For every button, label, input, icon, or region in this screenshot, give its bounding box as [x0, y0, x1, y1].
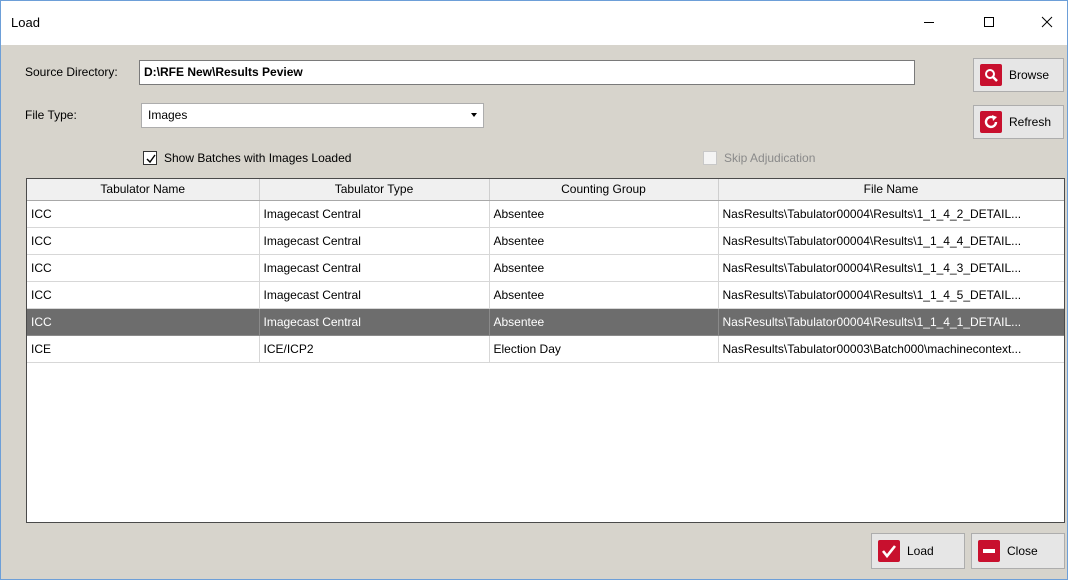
batches-table: Tabulator Name Tabulator Type Counting G…: [27, 179, 1064, 363]
refresh-icon: [980, 111, 1002, 133]
cell-file-name: NasResults\Tabulator00003\Batch000\machi…: [718, 335, 1064, 363]
file-type-label: File Type:: [25, 108, 77, 122]
cell-tabulator-type: Imagecast Central: [259, 227, 490, 255]
no-entry-icon: [978, 540, 1000, 562]
maximize-button[interactable]: [967, 7, 1011, 37]
cell-tabulator-type: ICE/ICP2: [259, 335, 490, 363]
table-row[interactable]: ICC Imagecast Central Absentee NasResult…: [27, 200, 1064, 228]
refresh-button[interactable]: Refresh: [973, 105, 1064, 139]
skip-adjudication-label: Skip Adjudication: [724, 151, 816, 165]
minimize-button[interactable]: [907, 7, 951, 37]
load-dialog: Load Source Directory: D:\RFE New\Result…: [0, 0, 1068, 580]
cell-tabulator-name: ICE: [27, 335, 260, 363]
close-button[interactable]: Close: [971, 533, 1065, 569]
cell-counting-group: Absentee: [489, 227, 719, 255]
load-button-label: Load: [907, 544, 934, 558]
cell-tabulator-name: ICC: [27, 281, 260, 309]
show-batches-label: Show Batches with Images Loaded: [164, 151, 352, 165]
table-row-selected[interactable]: ICC Imagecast Central Absentee NasResult…: [27, 308, 1064, 336]
cell-tabulator-type: Imagecast Central: [259, 308, 490, 336]
cell-tabulator-name: ICC: [27, 227, 260, 255]
show-batches-checkbox[interactable]: Show Batches with Images Loaded: [143, 151, 351, 165]
browse-button[interactable]: Browse: [973, 58, 1064, 92]
cell-tabulator-name: ICC: [27, 308, 260, 336]
load-button[interactable]: Load: [871, 533, 965, 569]
cell-tabulator-name: ICC: [27, 254, 260, 282]
dropdown-arrow-icon: [471, 113, 477, 117]
refresh-button-label: Refresh: [1009, 115, 1052, 129]
cell-tabulator-name: ICC: [27, 200, 260, 228]
checkmark-icon: [878, 540, 900, 562]
batches-grid[interactable]: Tabulator Name Tabulator Type Counting G…: [26, 178, 1065, 523]
maximize-icon: [984, 17, 994, 27]
column-header-counting-group[interactable]: Counting Group: [489, 179, 719, 201]
cell-tabulator-type: Imagecast Central: [259, 281, 490, 309]
column-header-file-name[interactable]: File Name: [718, 179, 1064, 201]
table-row[interactable]: ICE ICE/ICP2 Election Day NasResults\Tab…: [27, 335, 1064, 363]
cell-file-name: NasResults\Tabulator00004\Results\1_1_4_…: [718, 308, 1064, 336]
cell-counting-group: Absentee: [489, 200, 719, 228]
cell-tabulator-type: Imagecast Central: [259, 200, 490, 228]
source-directory-label: Source Directory:: [25, 65, 118, 79]
checkbox-checked-icon: [143, 151, 157, 165]
cell-counting-group: Absentee: [489, 254, 719, 282]
file-type-select[interactable]: Images: [141, 103, 484, 128]
cell-file-name: NasResults\Tabulator00004\Results\1_1_4_…: [718, 254, 1064, 282]
search-icon: [980, 64, 1002, 86]
title-bar: Load: [1, 1, 1067, 45]
table-row[interactable]: ICC Imagecast Central Absentee NasResult…: [27, 281, 1064, 309]
close-button-label: Close: [1007, 544, 1038, 558]
table-row[interactable]: ICC Imagecast Central Absentee NasResult…: [27, 227, 1064, 255]
column-header-tabulator-type[interactable]: Tabulator Type: [259, 179, 490, 201]
cell-file-name: NasResults\Tabulator00004\Results\1_1_4_…: [718, 200, 1064, 228]
column-header-tabulator-name[interactable]: Tabulator Name: [27, 179, 260, 201]
cell-counting-group: Absentee: [489, 281, 719, 309]
close-icon: [1041, 16, 1053, 28]
cell-tabulator-type: Imagecast Central: [259, 254, 490, 282]
table-row[interactable]: ICC Imagecast Central Absentee NasResult…: [27, 254, 1064, 282]
source-directory-input[interactable]: D:\RFE New\Results Peview: [139, 60, 915, 85]
file-type-selected-value: Images: [148, 108, 188, 122]
minimize-icon: [924, 22, 934, 23]
close-window-button[interactable]: [1025, 7, 1068, 37]
checkbox-unchecked-icon: [703, 151, 717, 165]
skip-adjudication-checkbox: Skip Adjudication: [703, 151, 815, 165]
cell-counting-group: Absentee: [489, 308, 719, 336]
cell-counting-group: Election Day: [489, 335, 719, 363]
table-header-row: Tabulator Name Tabulator Type Counting G…: [27, 179, 1064, 201]
cell-file-name: NasResults\Tabulator00004\Results\1_1_4_…: [718, 227, 1064, 255]
cell-file-name: NasResults\Tabulator00004\Results\1_1_4_…: [718, 281, 1064, 309]
window-title: Load: [11, 15, 40, 30]
browse-button-label: Browse: [1009, 68, 1050, 82]
